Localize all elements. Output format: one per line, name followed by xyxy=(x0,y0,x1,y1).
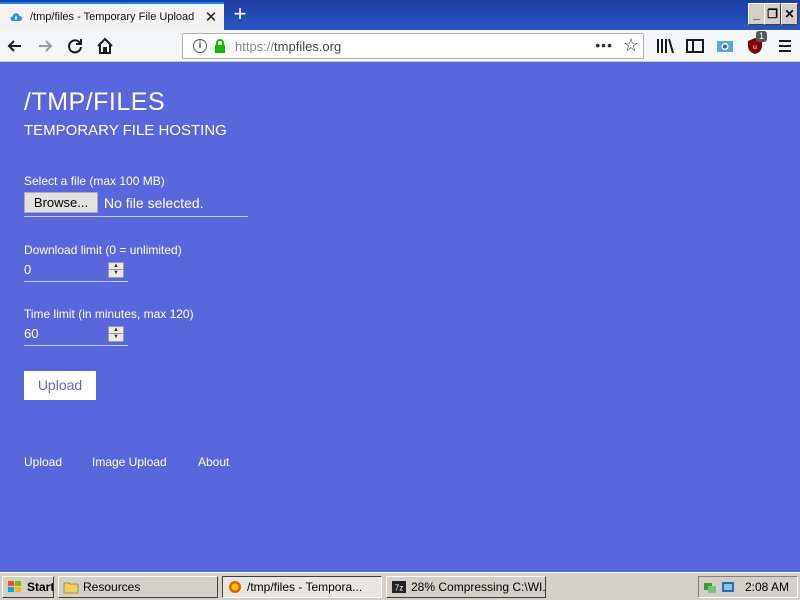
footer-link-about[interactable]: About xyxy=(198,455,229,469)
lock-icon[interactable] xyxy=(214,39,226,53)
screenshot-icon[interactable] xyxy=(714,35,736,57)
time-limit-input[interactable]: 60 ▲ ▼ xyxy=(24,322,128,346)
tab-strip: /tmp/files - Temporary File Upload ✕ + _… xyxy=(0,0,800,30)
spin-up-icon[interactable]: ▲ xyxy=(109,263,123,270)
browser-icon xyxy=(227,580,243,594)
browse-button[interactable]: Browse... xyxy=(24,192,98,213)
tab-close-icon[interactable]: ✕ xyxy=(204,8,218,26)
start-button[interactable]: Start xyxy=(2,576,54,598)
taskbar-item-browser[interactable]: /tmp/files - Tempora... xyxy=(222,576,382,598)
time-limit-spinner[interactable]: ▲ ▼ xyxy=(108,326,124,342)
file-status-text: No file selected. xyxy=(104,195,204,211)
minimize-button[interactable]: _ xyxy=(748,3,765,25)
time-limit-label: Time limit (in minutes, max 120) xyxy=(24,307,194,321)
menu-icon[interactable] xyxy=(774,35,796,57)
taskbar-item-resources[interactable]: Resources xyxy=(58,576,218,598)
bookmark-star-icon[interactable]: ☆ xyxy=(623,35,639,56)
7zip-icon: 7z xyxy=(391,580,407,594)
tab-tmpfiles[interactable]: /tmp/files - Temporary File Upload ✕ xyxy=(0,2,224,30)
tray-app-icon[interactable] xyxy=(721,580,735,594)
address-bar[interactable]: i https://tmpfiles.org ••• ☆ xyxy=(182,33,644,59)
back-arrow-icon[interactable] xyxy=(4,35,26,57)
download-limit-input[interactable]: 0 ▲ ▼ xyxy=(24,258,128,282)
file-field-underline xyxy=(24,216,248,217)
taskbar-item-label: Resources xyxy=(83,580,141,594)
start-label: Start xyxy=(27,580,54,594)
system-tray: 2:08 AM xyxy=(698,576,798,598)
svg-text:u: u xyxy=(753,44,757,51)
close-window-button[interactable]: ✕ xyxy=(781,3,798,25)
taskbar: Start Resources /tmp/files - Tempora... … xyxy=(0,572,800,600)
forward-arrow-icon[interactable] xyxy=(34,35,56,57)
tray-network-icon[interactable] xyxy=(703,580,717,594)
clock: 2:08 AM xyxy=(744,580,789,594)
spin-up-icon[interactable]: ▲ xyxy=(109,327,123,334)
sidebar-icon[interactable] xyxy=(684,35,706,57)
spin-down-icon[interactable]: ▼ xyxy=(109,270,123,277)
page-actions-icon[interactable]: ••• xyxy=(595,37,613,53)
svg-text:7z: 7z xyxy=(395,584,403,593)
tab-title: /tmp/files - Temporary File Upload xyxy=(30,11,195,23)
home-icon[interactable] xyxy=(94,35,116,57)
spin-down-icon[interactable]: ▼ xyxy=(109,334,123,341)
library-icon[interactable] xyxy=(654,35,676,57)
download-limit-spinner[interactable]: ▲ ▼ xyxy=(108,262,124,278)
taskbar-item-label: 28% Compressing C:\WI... xyxy=(411,580,546,594)
footer-link-image-upload[interactable]: Image Upload xyxy=(92,455,167,469)
footer-link-upload[interactable]: Upload xyxy=(24,455,62,469)
addon-badge: 1 xyxy=(756,31,768,42)
reload-icon[interactable] xyxy=(64,35,86,57)
upload-button[interactable]: Upload xyxy=(24,371,96,400)
taskbar-item-label: /tmp/files - Tempora... xyxy=(247,580,363,594)
info-icon[interactable]: i xyxy=(193,39,207,53)
file-label: Select a file (max 100 MB) xyxy=(24,174,165,188)
taskbar-item-7zip[interactable]: 7z 28% Compressing C:\WI... xyxy=(386,576,546,598)
nav-toolbar: i https://tmpfiles.org ••• ☆ u 1 xyxy=(0,30,800,62)
new-tab-button[interactable]: + xyxy=(228,3,252,27)
page-title: /TMP/FILES xyxy=(24,88,166,116)
folder-icon xyxy=(63,580,79,594)
ublock-icon[interactable]: u 1 xyxy=(744,31,768,57)
restore-button[interactable]: ❐ xyxy=(764,3,781,25)
windows-logo-icon xyxy=(7,580,23,594)
url-text: https://tmpfiles.org xyxy=(235,39,342,54)
page-subtitle: TEMPORARY FILE HOSTING xyxy=(24,122,227,139)
time-limit-value: 60 xyxy=(24,326,39,341)
download-limit-label: Download limit (0 = unlimited) xyxy=(24,243,182,257)
cloud-upload-icon xyxy=(10,12,22,22)
download-limit-value: 0 xyxy=(24,262,32,277)
